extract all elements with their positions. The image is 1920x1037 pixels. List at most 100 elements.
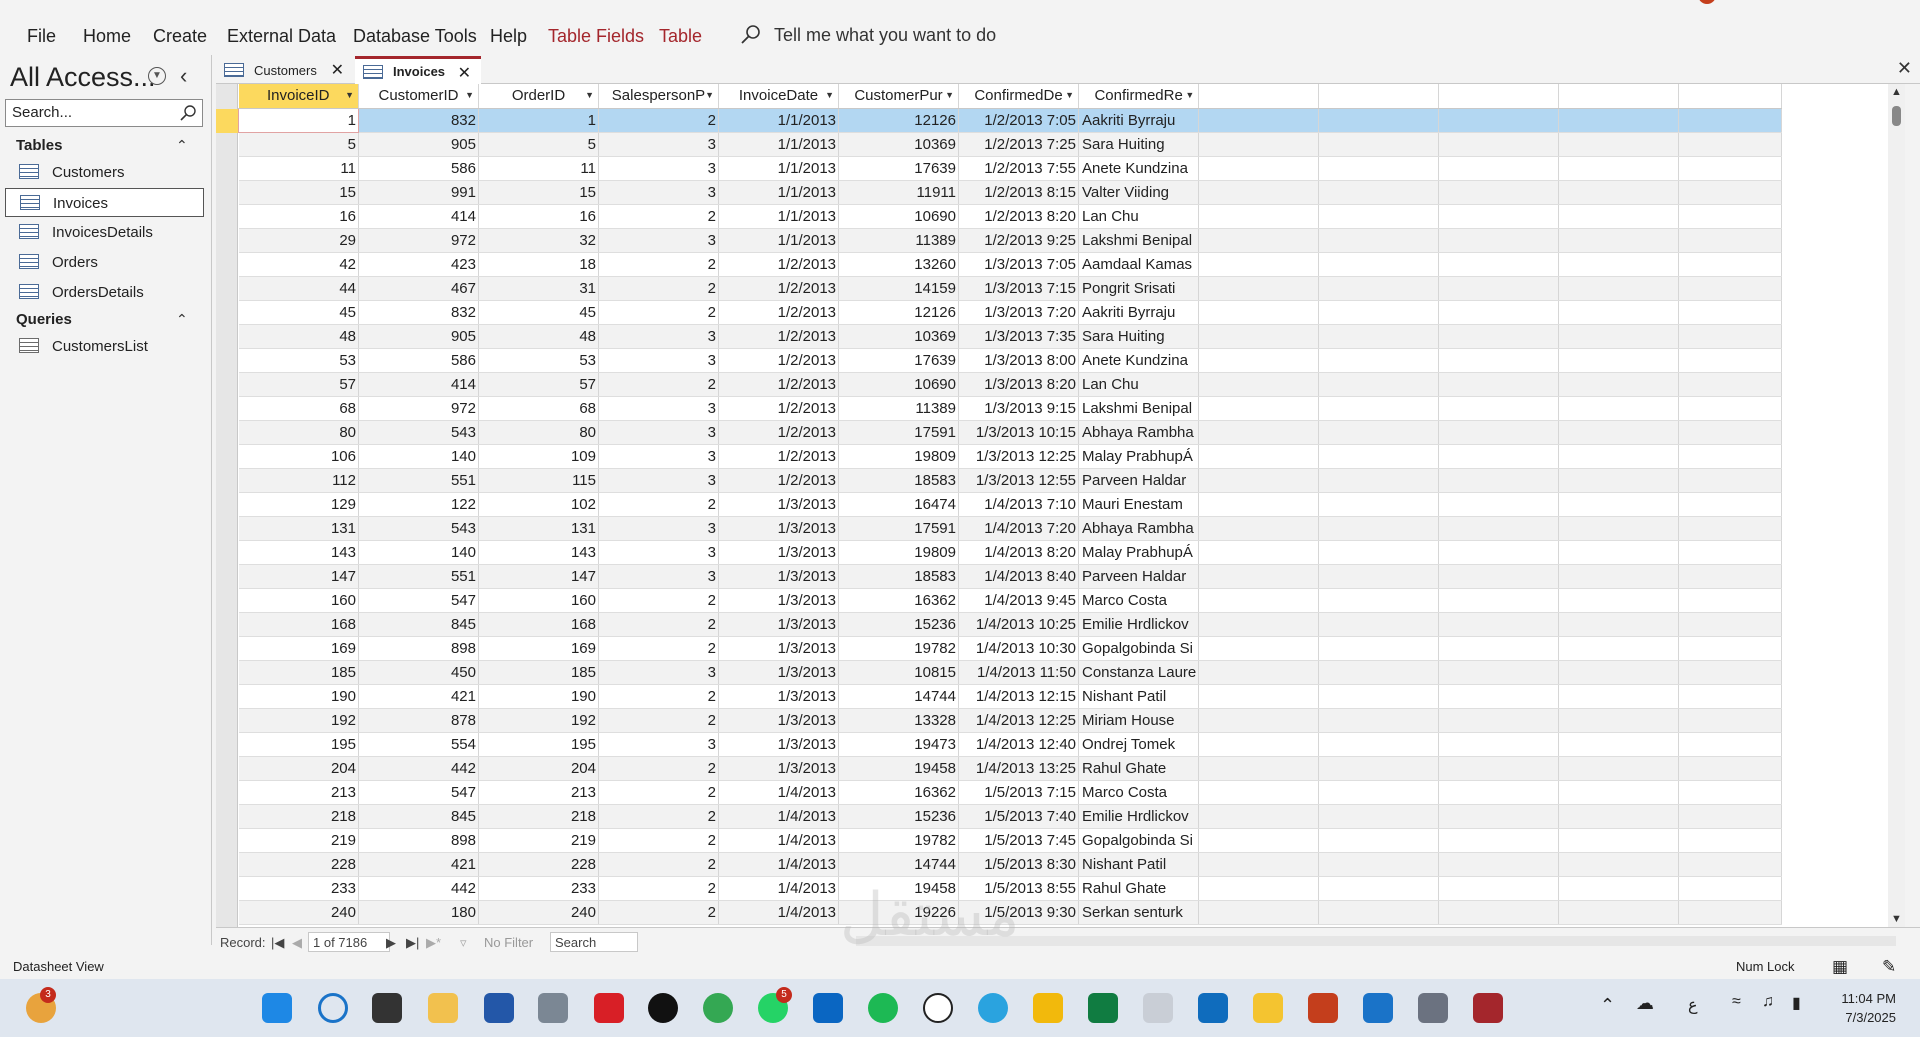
nav-item-customers[interactable]: Customers [5,158,204,187]
table-cell[interactable]: Valter Viiding [1078,180,1200,205]
table-cell[interactable]: 972 [358,228,479,253]
chevron-up-icon[interactable]: ⌃ [1600,995,1615,1016]
table-cell[interactable]: 195 [238,732,359,757]
table-cell[interactable]: Aakriti Byrraju [1078,300,1200,325]
table-cell[interactable]: 1/3/2013 8:20 [958,372,1079,397]
table-cell[interactable]: 1/5/2013 7:45 [958,828,1079,853]
table-cell[interactable]: 5 [478,132,599,157]
table-cell[interactable]: 213 [478,780,599,805]
chevron-down-icon[interactable]: ▼ [148,67,166,85]
table-cell[interactable]: 18583 [838,564,959,589]
table-cell[interactable]: 195 [478,732,599,757]
table-cell[interactable]: 1/3/2013 12:25 [958,444,1079,469]
table-cell[interactable]: 1/3/2013 9:15 [958,396,1079,421]
table-cell[interactable]: 898 [358,636,479,661]
table-cell[interactable]: 109 [478,444,599,469]
table-cell[interactable]: 3 [598,468,719,493]
table-row[interactable]: 185 450 185 3 1/3/2013 10815 1/4/2013 11:50 Con… [238,660,1783,685]
table-cell[interactable]: 1/2/2013 8:15 [958,180,1079,205]
chevron-down-icon[interactable]: ▼ [465,90,474,100]
wifi-icon[interactable]: ≈ [1732,993,1741,1011]
table-cell[interactable]: 80 [238,420,359,445]
column-header[interactable]: ConfirmedRe ▼ [1078,84,1200,109]
table-cell[interactable]: 3 [598,132,719,157]
table-cell[interactable]: Constanza Laure [1078,660,1200,685]
table-cell[interactable]: 1/2/2013 [718,372,839,397]
table-cell[interactable]: Marco Costa [1078,588,1200,613]
table-cell[interactable]: 1/4/2013 [718,852,839,877]
table-cell[interactable]: 160 [238,588,359,613]
table-row[interactable]: 192 878 192 2 1/3/2013 13328 1/4/2013 12:25 Mir… [238,708,1783,733]
table-cell[interactable]: 13260 [838,252,959,277]
table-cell[interactable]: 1/3/2013 [718,588,839,613]
sticky-notes-icon[interactable] [1253,993,1283,1023]
table-row[interactable]: 160 547 160 2 1/3/2013 16362 1/4/2013 9:45 Marc… [238,588,1783,613]
table-cell[interactable]: 1/1/2013 [718,108,839,133]
table-cell[interactable]: 1/4/2013 8:40 [958,564,1079,589]
table-cell[interactable]: Mauri Enestam [1078,492,1200,517]
table-cell[interactable]: 2 [598,492,719,517]
table-cell[interactable]: 17639 [838,348,959,373]
table-row[interactable]: 219 898 219 2 1/4/2013 19782 1/5/2013 7:45 Gopa… [238,828,1783,853]
record-selector-current[interactable] [216,109,238,133]
table-cell[interactable]: 991 [358,180,479,205]
table-cell[interactable]: 2 [598,828,719,853]
table-cell[interactable]: 1/1/2013 [718,228,839,253]
table-cell[interactable]: 5 [238,132,359,157]
table-cell[interactable]: 3 [598,660,719,685]
record-selector-column[interactable] [216,84,238,927]
table-cell[interactable]: 11 [478,156,599,181]
table-cell[interactable]: 1/3/2013 7:35 [958,324,1079,349]
table-row[interactable]: 5 905 5 3 1/1/2013 10369 1/2/2013 7:25 Sara Hui… [238,132,1783,157]
table-cell[interactable]: 147 [238,564,359,589]
table-cell[interactable]: 169 [238,636,359,661]
table-cell[interactable]: 1/4/2013 8:20 [958,540,1079,565]
menu-table[interactable]: Table [659,26,702,47]
table-cell[interactable]: 1/1/2013 [718,204,839,229]
table-cell[interactable]: 10369 [838,132,959,157]
table-cell[interactable]: Nishant Patil [1078,684,1200,709]
nav-item-invoicesdetails[interactable]: InvoicesDetails [5,218,204,247]
table-cell[interactable]: 48 [238,324,359,349]
table-cell[interactable]: Malay PrabhupÁ [1078,444,1200,469]
chevron-up-icon[interactable]: ⌃ [176,137,188,154]
table-cell[interactable]: 140 [358,540,479,565]
table-cell[interactable]: 1/3/2013 [718,708,839,733]
table-cell[interactable]: 547 [358,780,479,805]
table-cell[interactable]: 192 [478,708,599,733]
table-cell[interactable]: 240 [478,900,599,925]
table-cell[interactable]: 2 [598,708,719,733]
table-cell[interactable]: 845 [358,612,479,637]
table-cell[interactable]: 421 [358,852,479,877]
telegram-icon[interactable] [978,993,1008,1023]
table-cell[interactable]: 10690 [838,204,959,229]
table-cell[interactable]: 1/4/2013 12:25 [958,708,1079,733]
table-cell[interactable]: Rahul Ghate [1078,756,1200,781]
table-cell[interactable]: 1/4/2013 [718,876,839,901]
table-cell[interactable]: 169 [478,636,599,661]
table-cell[interactable]: 1/1/2013 [718,180,839,205]
table-cell[interactable]: 180 [358,900,479,925]
table-cell[interactable]: 18 [478,252,599,277]
nav-pane-title[interactable]: All Access... [10,62,156,93]
table-cell[interactable]: Pongrit Srisati [1078,276,1200,301]
table-cell[interactable]: 1/3/2013 7:20 [958,300,1079,325]
table-cell[interactable]: 2 [598,252,719,277]
table-cell[interactable]: 442 [358,756,479,781]
volume-icon[interactable]: ♫ [1762,993,1774,1011]
table-cell[interactable]: 1/2/2013 [718,300,839,325]
table-cell[interactable]: 2 [598,108,719,133]
record-search-input[interactable]: Search [550,932,638,952]
table-cell[interactable]: 2 [598,612,719,637]
nav-item-invoices[interactable]: Invoices [5,188,204,217]
current-record-field[interactable]: 1 of 7186 [308,932,390,952]
table-cell[interactable]: 2 [598,756,719,781]
table-row[interactable]: 1 832 1 2 1/1/2013 12126 1/2/2013 7:05 Aakriti … [238,107,1783,133]
table-cell[interactable]: 2 [598,876,719,901]
table-row[interactable]: 44 467 31 2 1/2/2013 14159 1/3/2013 7:15 Pongri… [238,276,1783,301]
table-cell[interactable]: 421 [358,684,479,709]
table-cell[interactable]: 450 [358,660,479,685]
table-cell[interactable]: 2 [598,300,719,325]
table-cell[interactable]: 905 [358,132,479,157]
excel-icon[interactable] [1088,993,1118,1023]
